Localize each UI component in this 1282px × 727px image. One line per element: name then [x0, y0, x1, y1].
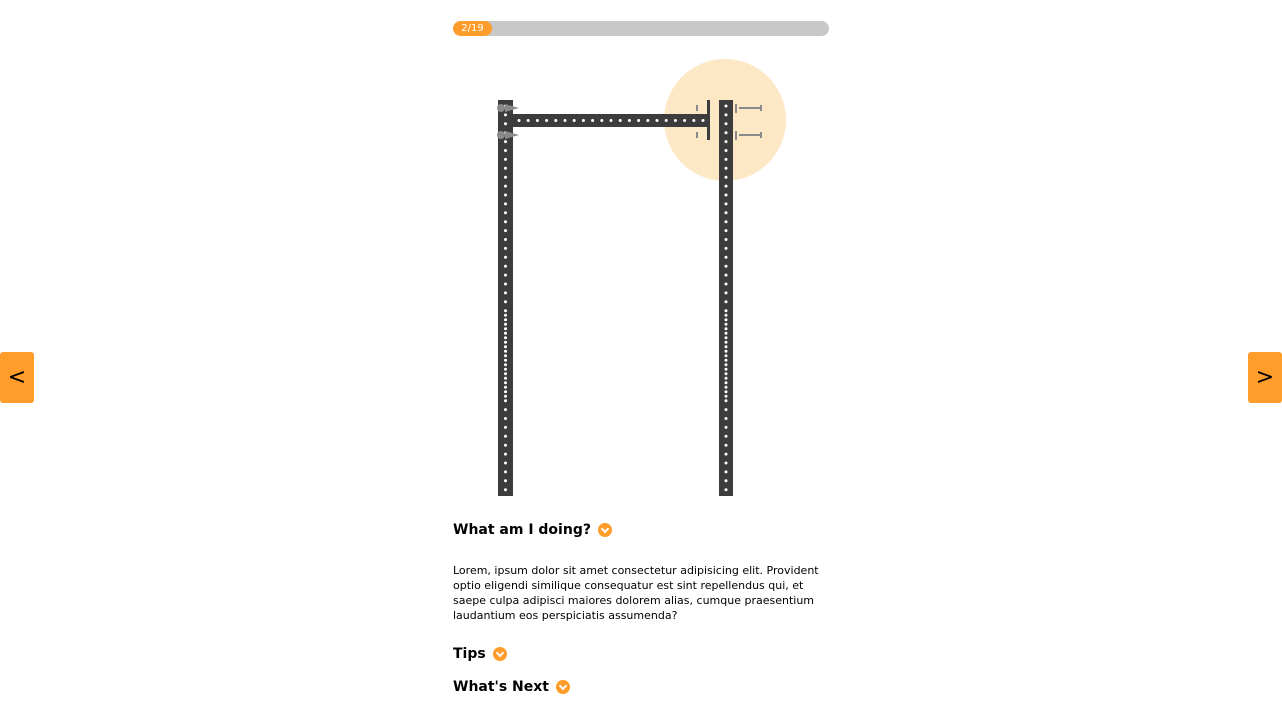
assembly-illustration — [497, 59, 786, 496]
chevron-down-icon[interactable] — [597, 523, 612, 537]
section-title: What's Next — [453, 679, 549, 695]
section-title: What am I doing? — [453, 522, 591, 538]
section-body: Lorem, ipsum dolor sit amet consectetur … — [453, 564, 819, 622]
section-what-am-i-doing[interactable]: What am I doing? — [453, 522, 612, 538]
next-step-label: > — [1255, 365, 1275, 390]
crossmember-holes — [517, 119, 705, 122]
progress-fill: 2/19 — [453, 21, 492, 36]
progress-bar: 2/19 — [453, 21, 829, 36]
previous-step-label: < — [7, 365, 27, 390]
section-title: Tips — [453, 646, 486, 662]
section-whats-next[interactable]: What's Next — [453, 679, 570, 695]
next-step-button[interactable]: > — [1248, 352, 1282, 403]
crossmember-end-plate — [707, 100, 710, 140]
previous-step-button[interactable]: < — [0, 352, 34, 403]
chevron-down-icon[interactable] — [555, 680, 570, 694]
progress-label: 2/19 — [461, 23, 484, 34]
section-tips[interactable]: Tips — [453, 646, 507, 662]
chevron-down-icon[interactable] — [492, 647, 507, 661]
